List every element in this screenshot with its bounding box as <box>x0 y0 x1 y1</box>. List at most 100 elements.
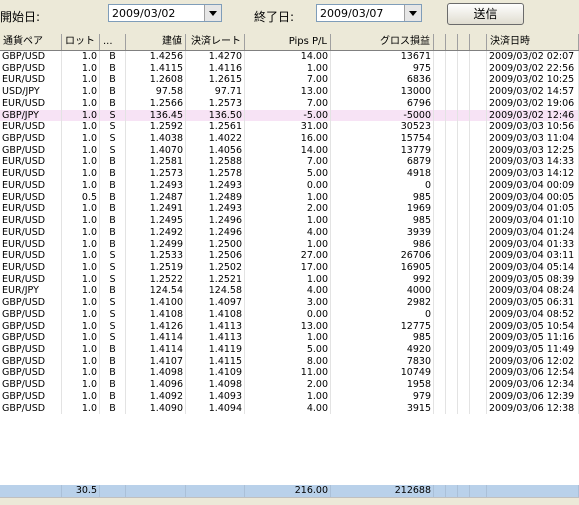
table-cell: 1.0 <box>62 168 100 180</box>
column-header[interactable] <box>434 34 446 50</box>
end-date-dropdown-icon[interactable] <box>404 5 421 21</box>
table-row[interactable]: GBP/USD 1.0 B 1.4107 1.4115 8.00 7830 2009/03/0… <box>0 355 579 368</box>
table-cell: 1.4115 <box>186 355 245 368</box>
table-row[interactable]: EUR/USD 1.0 B 1.2566 1.2573 7.00 6796 2009/03/0… <box>0 97 579 110</box>
table-row[interactable]: GBP/USD 1.0 B 1.4098 1.4109 11.00 10749 2009/03… <box>0 367 579 380</box>
column-header[interactable]: グロス損益 <box>331 34 434 50</box>
table-row[interactable]: GBP/USD 1.0 B 1.4090 1.4094 4.00 3915 2009/03/0… <box>0 402 579 415</box>
table-cell: 12775 <box>331 320 434 333</box>
column-header[interactable]: 決済日時 <box>487 34 579 50</box>
table-row[interactable]: EUR/JPY 1.0 B 124.54 124.58 4.00 4000 2009/03/0… <box>0 285 579 298</box>
table-cell: GBP/USD <box>0 355 62 368</box>
table-row[interactable]: EUR/USD 1.0 B 1.2581 1.2588 7.00 6879 2009/03/0… <box>0 156 579 169</box>
table-cell: 985 <box>331 215 434 227</box>
column-header[interactable]: ... <box>100 34 126 50</box>
table-cell: 1.2566 <box>126 97 186 110</box>
table-cell <box>446 203 458 216</box>
start-date-dropdown-icon[interactable] <box>204 5 221 21</box>
table-cell: EUR/USD <box>0 226 62 239</box>
table-row[interactable]: EUR/USD 1.0 S 1.2533 1.2506 27.00 26706 2009/03… <box>0 250 579 262</box>
column-header[interactable]: ロット <box>62 34 100 50</box>
table-cell <box>434 273 446 286</box>
table-cell: 2009/03/06 12:39 <box>487 390 579 403</box>
table-cell: 1.2502 <box>186 261 245 274</box>
table-cell: GBP/USD <box>0 402 62 415</box>
table-row[interactable]: EUR/USD 1.0 S 1.2592 1.2561 31.00 30523 2009/03… <box>0 121 579 134</box>
table-cell <box>446 97 458 110</box>
table-cell: S <box>100 261 126 274</box>
table-row[interactable]: EUR/USD 0.5 B 1.2487 1.2489 1.00 985 2009/03/04… <box>0 191 579 204</box>
table-row[interactable]: GBP/USD 1.0 S 1.4100 1.4097 3.00 2982 2009/03/0… <box>0 297 579 309</box>
table-row[interactable]: EUR/USD 1.0 B 1.2492 1.2496 4.00 3939 2009/03/0… <box>0 226 579 239</box>
table-row[interactable]: GBP/JPY 1.0 S 136.45 136.50 -5.00 -5000 2009/03… <box>0 109 579 122</box>
table-cell <box>458 332 470 344</box>
table-cell <box>434 179 446 192</box>
total-cell <box>470 485 487 497</box>
column-header-row: 通貨ペア ロット... 建値 決済レート Pips P/L グロス損益 決済日時 <box>0 34 579 51</box>
column-header[interactable]: 決済レート <box>186 34 245 50</box>
table-cell: B <box>100 215 126 227</box>
table-cell: 1.2578 <box>186 168 245 180</box>
column-header[interactable]: 建値 <box>126 34 186 50</box>
table-cell: 16905 <box>331 261 434 274</box>
table-cell <box>446 344 458 356</box>
table-cell: S <box>100 144 126 157</box>
table-row[interactable]: EUR/USD 1.0 B 1.2493 1.2493 0.00 0 2009/03/04 0… <box>0 179 579 192</box>
table-row[interactable]: EUR/USD 1.0 S 1.2519 1.2502 17.00 16905 2009/03… <box>0 261 579 274</box>
table-row[interactable]: GBP/USD 1.0 B 1.4096 1.4098 2.00 1958 2009/03/0… <box>0 379 579 391</box>
table-row[interactable]: USD/JPY 1.0 B 97.58 97.71 13.00 13000 2009/03/0… <box>0 86 579 98</box>
table-cell: 3915 <box>331 402 434 415</box>
table-cell: 985 <box>331 191 434 204</box>
table-cell: 2009/03/04 08:52 <box>487 308 579 321</box>
table-cell: 2009/03/04 01:24 <box>487 226 579 239</box>
column-header[interactable]: 通貨ペア <box>0 34 62 50</box>
table-row[interactable]: EUR/USD 1.0 B 1.2573 1.2578 5.00 4918 2009/03/0… <box>0 168 579 180</box>
table-cell: 2009/03/02 22:56 <box>487 62 579 75</box>
table-row[interactable]: GBP/USD 1.0 S 1.4038 1.4022 16.00 15754 2009/03… <box>0 133 579 145</box>
table-cell: 1.2499 <box>126 238 186 251</box>
table-cell <box>434 308 446 321</box>
table-cell: GBP/USD <box>0 367 62 380</box>
table-cell <box>470 285 487 298</box>
table-cell: B <box>100 97 126 110</box>
table-cell: 11.00 <box>245 367 331 380</box>
table-cell <box>434 215 446 227</box>
table-row[interactable]: EUR/USD 1.0 B 1.2495 1.2496 1.00 985 2009/03/04… <box>0 215 579 227</box>
start-date-picker[interactable]: 2009/03/02 <box>108 4 222 22</box>
table-row[interactable]: EUR/USD 1.0 B 1.2499 1.2500 1.00 986 2009/03/04… <box>0 238 579 251</box>
table-cell <box>470 86 487 98</box>
table-cell: 2009/03/04 00:09 <box>487 179 579 192</box>
table-cell: 4.00 <box>245 402 331 415</box>
table-cell <box>434 355 446 368</box>
table-cell: GBP/JPY <box>0 109 62 122</box>
table-row[interactable]: GBP/USD 1.0 S 1.4126 1.4113 13.00 12775 2009/03… <box>0 320 579 333</box>
table-row[interactable]: GBP/USD 1.0 B 1.4092 1.4093 1.00 979 2009/03/06… <box>0 390 579 403</box>
table-cell <box>458 51 470 63</box>
table-cell <box>446 215 458 227</box>
table-row[interactable]: GBP/USD 1.0 S 1.4108 1.4108 0.00 0 2009/03/04 0… <box>0 308 579 321</box>
column-header[interactable] <box>470 34 487 50</box>
table-row[interactable]: GBP/USD 1.0 B 1.4256 1.4270 14.00 13671 2009/03… <box>0 51 579 63</box>
table-cell <box>470 62 487 75</box>
end-date-picker[interactable]: 2009/03/07 <box>316 4 422 22</box>
table-row[interactable]: EUR/USD 1.0 B 1.2608 1.2615 7.00 6836 2009/03/0… <box>0 74 579 87</box>
column-header[interactable] <box>458 34 470 50</box>
table-row[interactable]: GBP/USD 1.0 B 1.4114 1.4119 5.00 4920 2009/03/0… <box>0 344 579 356</box>
table-cell <box>434 320 446 333</box>
table-cell: B <box>100 226 126 239</box>
table-row[interactable]: GBP/USD 1.0 S 1.4070 1.4056 14.00 13779 2009/03… <box>0 144 579 157</box>
table-row[interactable]: GBP/USD 1.0 B 1.4115 1.4116 1.00 975 2009/03/02… <box>0 62 579 75</box>
table-cell <box>434 62 446 75</box>
table-cell <box>458 203 470 216</box>
table-cell: 0 <box>331 308 434 321</box>
table-row[interactable]: EUR/USD 1.0 B 1.2491 1.2493 2.00 1969 2009/03/0… <box>0 203 579 216</box>
table-row[interactable]: EUR/USD 1.0 S 1.2522 1.2521 1.00 992 2009/03/05… <box>0 273 579 286</box>
table-cell: USD/JPY <box>0 86 62 98</box>
column-header[interactable]: Pips P/L <box>245 34 331 50</box>
table-cell: 5.00 <box>245 344 331 356</box>
send-button[interactable]: 送信 <box>447 3 524 25</box>
table-row[interactable]: GBP/USD 1.0 S 1.4114 1.4113 1.00 985 2009/03/05… <box>0 332 579 344</box>
table-cell: 2009/03/03 11:04 <box>487 133 579 145</box>
table-cell: 97.71 <box>186 86 245 98</box>
column-header[interactable] <box>446 34 458 50</box>
